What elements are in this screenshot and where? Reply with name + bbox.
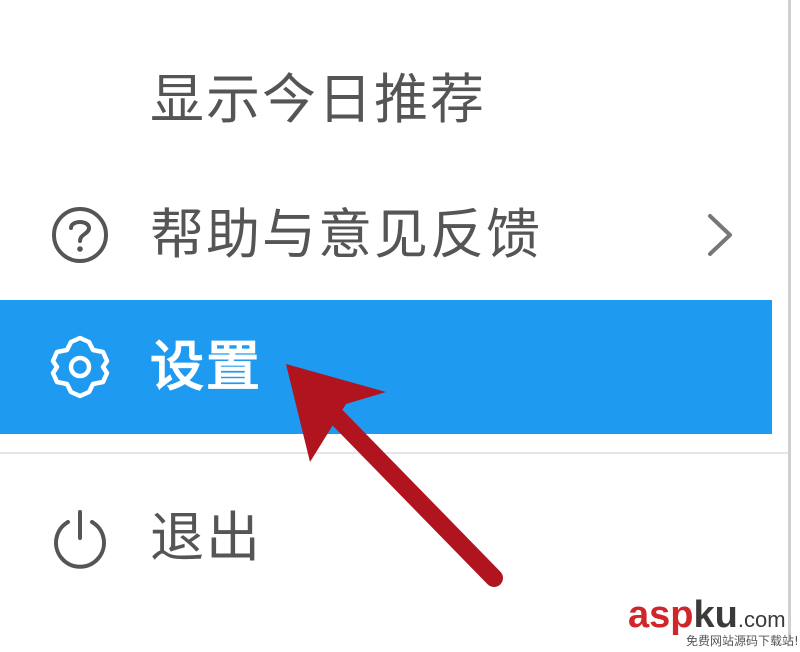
menu-right-border (788, 0, 791, 640)
menu-item-label: 设置 (150, 335, 262, 398)
screenshot-page: 显示今日推荐 帮助与意见反馈 设置 退出 aspku.com 免费网站源码下载站… (0, 0, 800, 652)
menu-item-logout[interactable]: 退出 (0, 488, 772, 588)
menu-item-label: 退出 (150, 506, 262, 569)
watermark-brand: aspku.com (628, 596, 786, 634)
watermark-tagline: 免费网站源码下载站! (686, 634, 799, 648)
menu-item-label: 帮助与意见反馈 (150, 203, 542, 266)
watermark-brand-a: asp (628, 594, 694, 636)
help-circle-icon (44, 199, 116, 271)
gear-icon (44, 331, 116, 403)
chevron-right-icon (708, 214, 732, 256)
menu-item-settings[interactable]: 设置 (0, 300, 772, 434)
menu-item-label: 显示今日推荐 (150, 68, 486, 131)
watermark-logo: aspku.com 免费网站源码下载站! (628, 596, 800, 652)
power-icon (44, 502, 116, 574)
account-dropdown-menu: 显示今日推荐 帮助与意见反馈 设置 退出 (0, 0, 792, 652)
watermark-brand-b: ku (693, 594, 738, 636)
menu-item-help-feedback[interactable]: 帮助与意见反馈 (0, 190, 772, 280)
watermark-brand-c: .com (737, 607, 786, 632)
menu-divider (0, 452, 788, 454)
menu-item-show-today-recommendation[interactable]: 显示今日推荐 (0, 60, 772, 140)
